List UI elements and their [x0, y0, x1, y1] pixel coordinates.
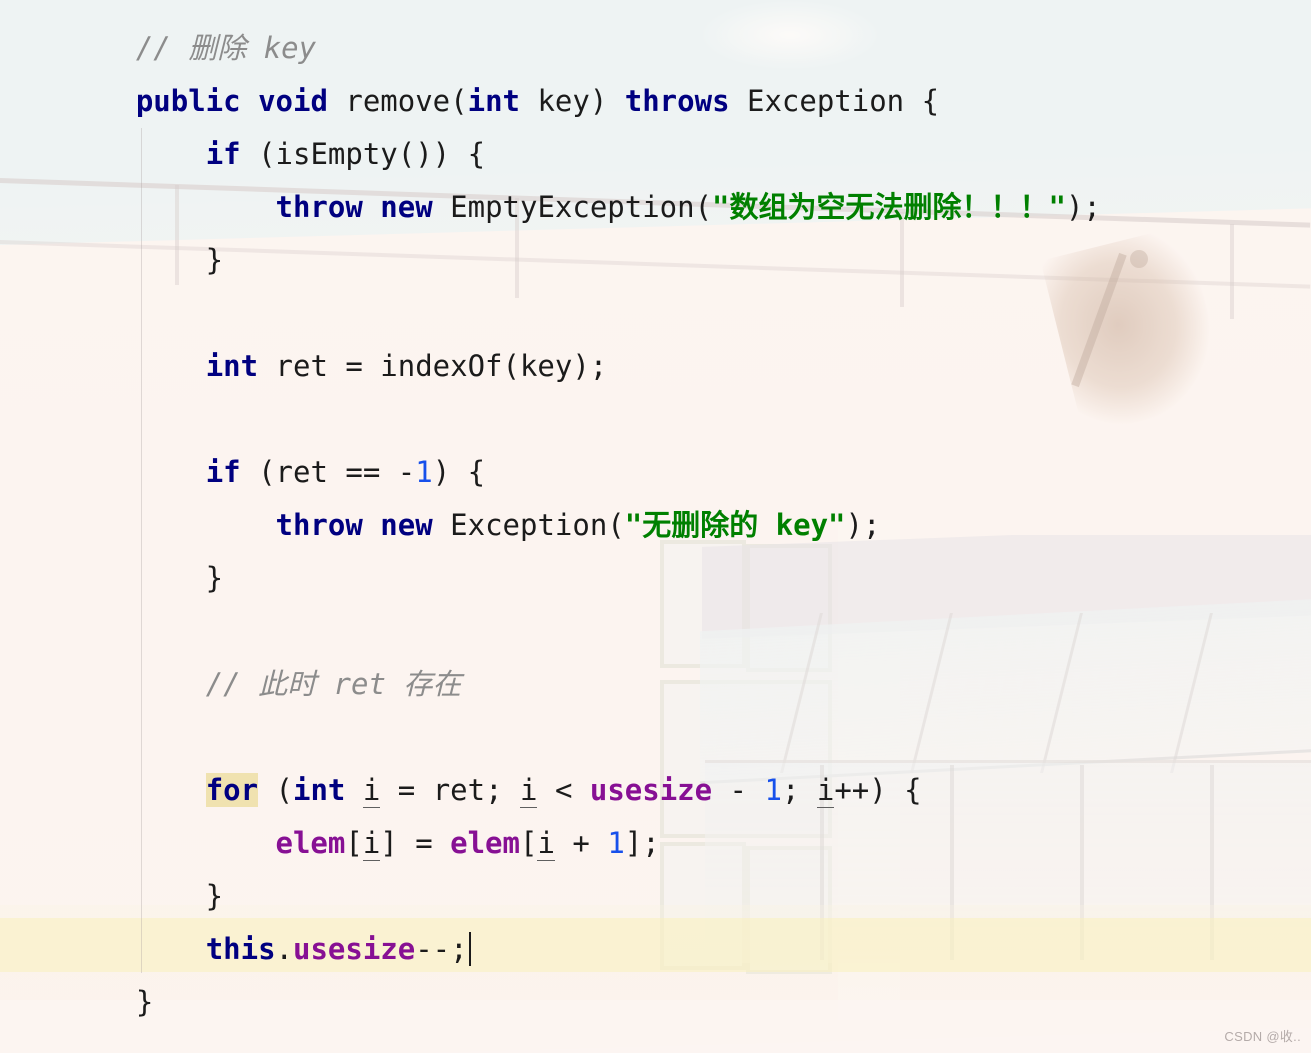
code-token: ++) { [834, 773, 922, 807]
code-token: (isEmpty()) { [240, 137, 486, 171]
code-token: // 此时 ret 存在 [205, 667, 462, 701]
code-token: EmptyException( [432, 190, 713, 224]
code-line[interactable]: // 删除 key [0, 22, 1101, 75]
code-token: throw [275, 508, 363, 542]
code-token: + [554, 826, 608, 860]
code-token: usesize [293, 932, 416, 966]
code-token: ] = [380, 826, 451, 860]
code-token: ret = indexOf(key); [258, 349, 608, 383]
code-token: Exception( [432, 508, 625, 542]
code-token: ( [258, 773, 293, 807]
code-line[interactable]: } [0, 870, 1101, 923]
code-line[interactable] [0, 393, 1101, 446]
code-token: --; [415, 932, 468, 966]
code-token: (ret == - [240, 455, 416, 489]
code-editor-screenshot: // 删除 key public void remove(int key) th… [0, 0, 1311, 1053]
code-token: [ [345, 826, 363, 860]
code-token: "数组为空无法删除！！！" [712, 190, 1066, 224]
code-line[interactable]: } [0, 976, 1101, 1029]
code-token: ) { [432, 455, 486, 489]
editor-surface[interactable]: // 删除 key public void remove(int key) th… [0, 0, 1311, 1053]
code-token: - [712, 773, 765, 807]
text-caret [468, 932, 471, 966]
code-token: } [66, 243, 224, 277]
code-line[interactable]: for (int i = ret; i < usesize - 1; i++) … [0, 764, 1101, 817]
code-token: ); [1065, 190, 1101, 224]
code-token: Exception { [729, 84, 940, 118]
code-token: i [520, 773, 538, 808]
code-token: [ [519, 826, 538, 860]
code-token: } [66, 985, 154, 1019]
code-content[interactable]: // 删除 key public void remove(int key) th… [0, 0, 1101, 1029]
code-token: ]; [624, 826, 660, 860]
code-token: throws [624, 84, 730, 118]
code-token: int [205, 349, 259, 383]
code-token: for [205, 773, 259, 807]
code-line[interactable]: throw new Exception("无删除的 key"); [0, 499, 1101, 552]
code-token: new [380, 508, 433, 542]
code-token: this [205, 932, 276, 966]
code-line[interactable]: } [0, 552, 1101, 605]
code-line[interactable]: if (ret == -1) { [0, 446, 1101, 499]
code-line[interactable]: } [0, 234, 1101, 287]
code-token: } [66, 879, 224, 913]
code-token: ; [781, 773, 817, 807]
code-token: key) [520, 84, 625, 118]
code-token: // 删除 key [135, 31, 317, 65]
code-line[interactable]: this.usesize--; [0, 923, 1101, 976]
code-token: remove( [327, 84, 468, 118]
code-line[interactable] [0, 287, 1101, 340]
code-token: usesize [589, 773, 713, 807]
code-token: if [205, 137, 241, 171]
code-token: elem [275, 826, 346, 860]
code-token: void [258, 84, 328, 118]
code-token: public [135, 84, 241, 118]
code-token: int [467, 84, 520, 118]
code-token: i [537, 826, 555, 861]
code-token: } [66, 561, 224, 595]
code-line[interactable]: if (isEmpty()) { [0, 128, 1101, 181]
code-line[interactable]: elem[i] = elem[i + 1]; [0, 817, 1101, 870]
code-token: i [816, 773, 835, 808]
code-token: new [380, 190, 433, 224]
code-token: throw [275, 190, 363, 224]
code-token: "无删除的 key" [624, 508, 846, 542]
code-token: i [362, 773, 381, 808]
code-line[interactable]: int ret = indexOf(key); [0, 340, 1101, 393]
code-token: < [537, 773, 590, 807]
code-token: if [205, 455, 241, 489]
code-line[interactable] [0, 605, 1101, 658]
code-token: 1 [764, 773, 782, 807]
code-line[interactable]: throw new EmptyException("数组为空无法删除！！！"); [0, 181, 1101, 234]
code-token: 1 [415, 455, 433, 489]
code-line[interactable]: // 此时 ret 存在 [0, 658, 1101, 711]
code-line[interactable] [0, 711, 1101, 764]
csdn-watermark: CSDN @收.. [1224, 1029, 1301, 1044]
code-line[interactable]: public void remove(int key) throws Excep… [0, 75, 1101, 128]
code-token: = ret; [380, 773, 521, 807]
code-token: ); [845, 508, 881, 542]
code-token: elem [450, 826, 520, 860]
code-token: 1 [607, 826, 625, 860]
code-token: int [293, 773, 346, 807]
code-token: i [362, 826, 381, 861]
code-token: . [275, 932, 293, 966]
